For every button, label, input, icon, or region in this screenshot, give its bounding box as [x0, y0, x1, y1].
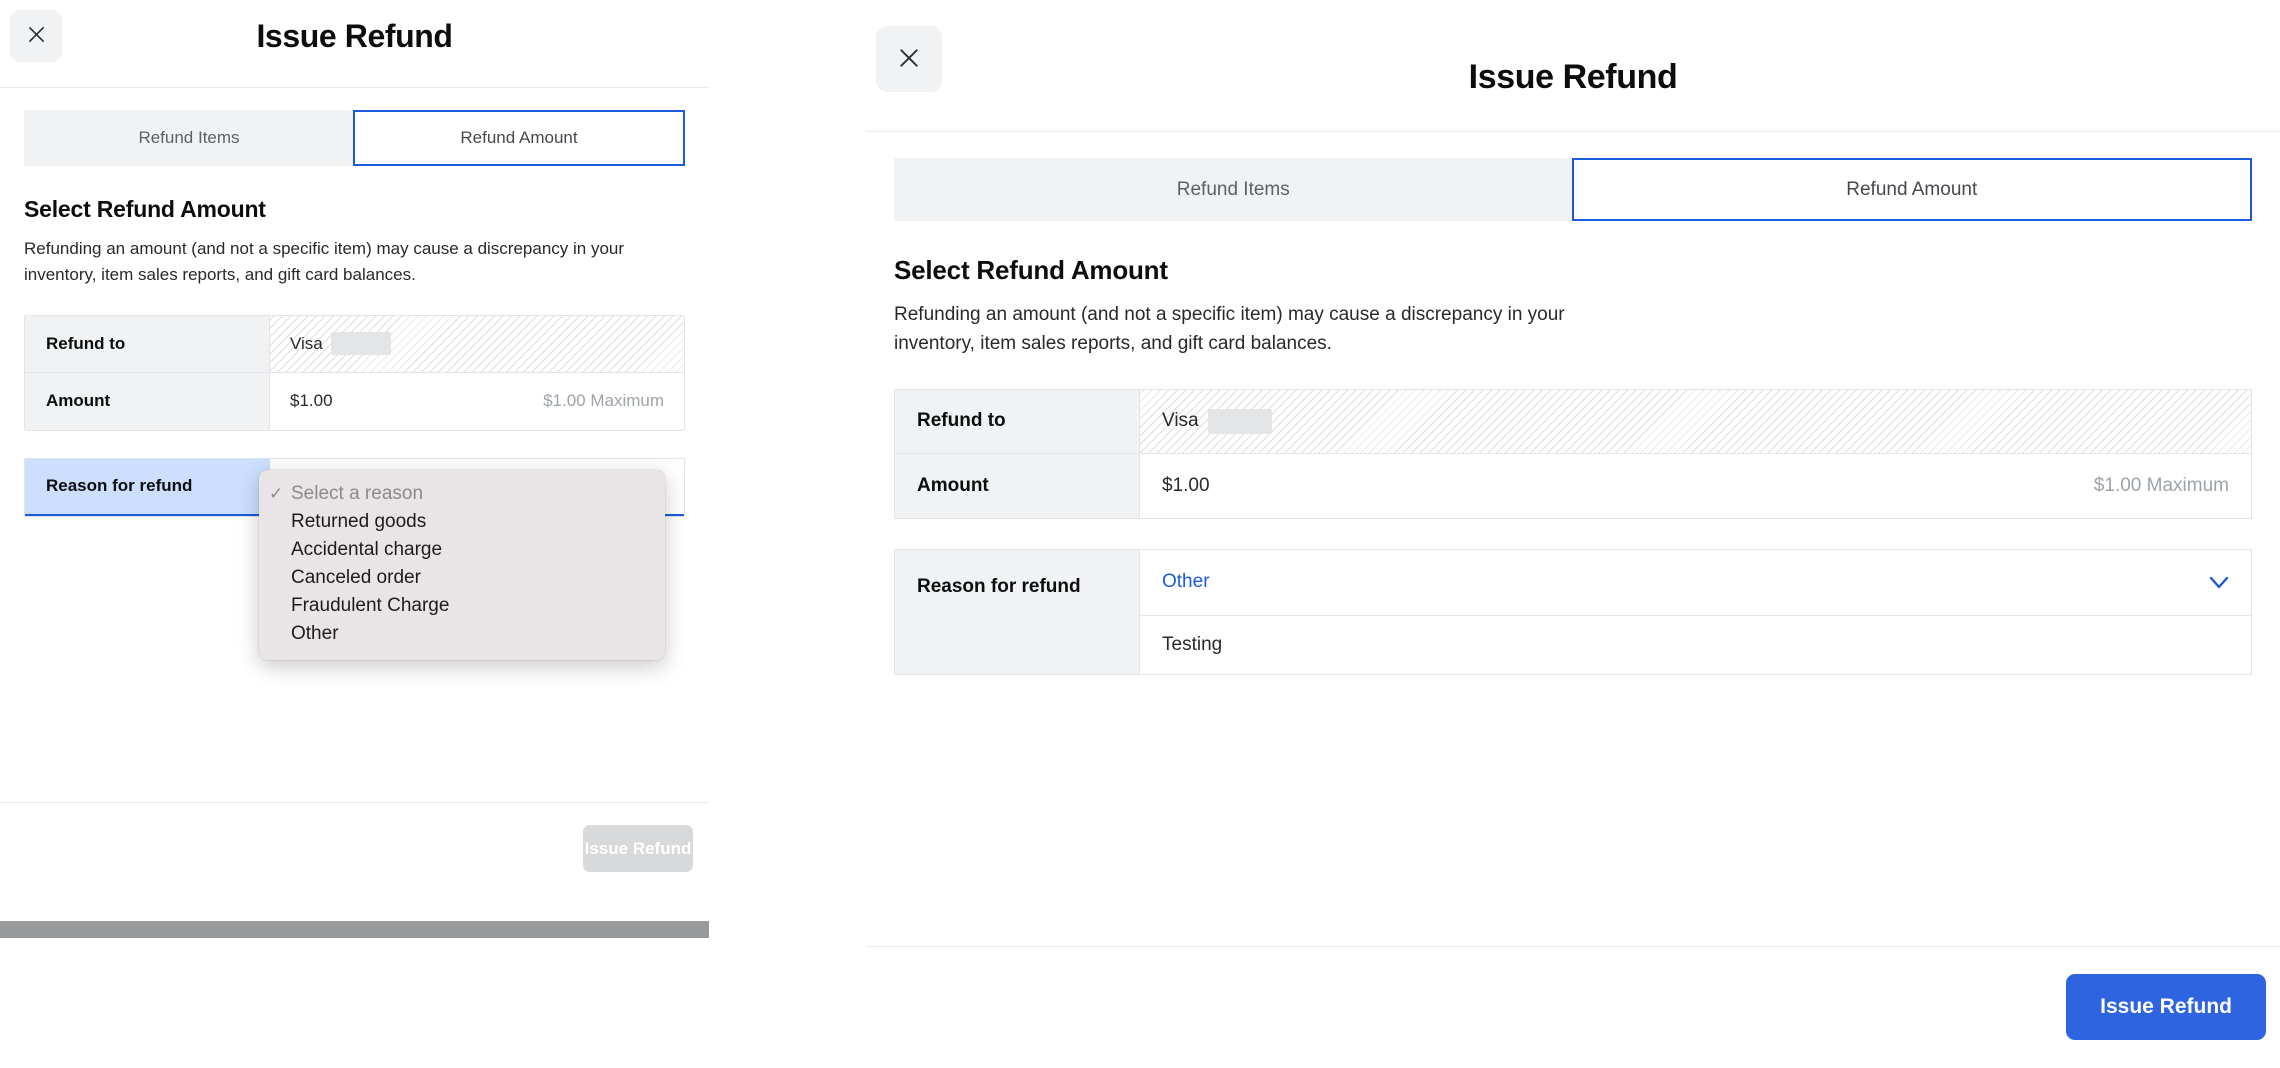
table-row: Refund to Visa	[895, 389, 2251, 454]
amount-value-cell[interactable]: $1.00 $1.00 Maximum	[270, 373, 684, 430]
menu-item-select-a-reason[interactable]: ✓ Select a reason	[259, 480, 665, 508]
tab-refund-items-label: Refund Items	[1176, 178, 1290, 200]
menu-item-label: Other	[291, 623, 339, 644]
page-title: Issue Refund	[256, 18, 453, 54]
menu-item-accidental-charge[interactable]: Accidental charge	[259, 536, 665, 564]
menu-item-other[interactable]: Other	[259, 620, 665, 648]
amount-maximum-hint: $1.00 Maximum	[2093, 474, 2229, 496]
page-title: Issue Refund	[1468, 58, 1678, 96]
menu-item-fraudulent-charge[interactable]: Fraudulent Charge	[259, 592, 665, 620]
amount-value-cell[interactable]: $1.00 $1.00 Maximum	[1140, 454, 2251, 518]
menu-item-returned-goods[interactable]: Returned goods	[259, 508, 665, 536]
left-dialog-footer: Issue Refund	[0, 802, 709, 894]
redacted-card-number	[1207, 408, 1272, 434]
tab-refund-items[interactable]: Refund Items	[894, 158, 1572, 221]
reason-dropdown-menu[interactable]: ✓ Select a reason Returned goods Acciden…	[259, 470, 665, 660]
menu-item-label: Accidental charge	[291, 539, 443, 560]
amount-label: Amount	[25, 372, 270, 430]
menu-item-label: Canceled order	[291, 567, 421, 588]
refund-info-table: Refund to Visa Amount $1.00 $1.00 Maximu…	[24, 314, 685, 431]
right-dialog-footer: Issue Refund	[866, 946, 2280, 1068]
table-row: Amount $1.00 $1.00 Maximum	[895, 453, 2251, 518]
refund-to-label: Refund to	[895, 389, 1140, 453]
section-heading: Select Refund Amount	[894, 255, 1168, 285]
issue-refund-button[interactable]: Issue Refund	[2066, 974, 2266, 1040]
reason-fields: Other Testing	[1140, 550, 2251, 674]
refund-info-table: Refund to Visa Amount $1.00 $1.00 Maximu…	[894, 388, 2252, 519]
table-row: Refund to Visa	[25, 315, 684, 373]
reason-note-value: Testing	[1162, 633, 1223, 655]
menu-item-label: Select a reason	[291, 483, 424, 504]
right-dialog-header: Issue Refund	[866, 0, 2280, 132]
right-dialog-body: Refund Items Refund Amount Select Refund…	[866, 158, 2280, 675]
issue-refund-button[interactable]: Issue Refund	[583, 825, 693, 872]
refund-to-value-cell: Visa	[1140, 389, 2251, 453]
tab-bar: Refund Items Refund Amount	[24, 110, 685, 166]
redacted-card-number	[330, 332, 391, 356]
window-bottom-bar	[0, 921, 709, 938]
check-icon: ✓	[269, 484, 284, 503]
menu-item-label: Fraudulent Charge	[291, 595, 450, 616]
refund-to-value: Visa	[1162, 410, 1199, 432]
tab-refund-amount-label: Refund Amount	[1846, 178, 1978, 200]
tab-refund-amount[interactable]: Refund Amount	[353, 110, 685, 166]
amount-maximum-hint: $1.00 Maximum	[543, 391, 664, 411]
amount-label: Amount	[895, 453, 1140, 518]
amount-value: $1.00	[1162, 474, 1210, 496]
tab-bar: Refund Items Refund Amount	[894, 158, 2252, 221]
refund-to-value-cell: Visa	[270, 315, 684, 372]
reason-for-refund-label: Reason for refund	[25, 458, 270, 516]
refund-to-value: Visa	[290, 333, 323, 353]
left-dialog-body: Refund Items Refund Amount Select Refund…	[0, 110, 709, 517]
tab-refund-amount[interactable]: Refund Amount	[1571, 158, 2252, 221]
amount-value: $1.00	[290, 391, 333, 411]
right-refund-dialog: Issue Refund Refund Items Refund Amount …	[866, 0, 2280, 1068]
reason-table: Reason for refund Other Testing	[894, 548, 2252, 675]
reason-for-refund-label: Reason for refund	[895, 549, 1140, 674]
tab-refund-items[interactable]: Refund Items	[24, 110, 353, 166]
section-description: Refunding an amount (and not a specific …	[894, 304, 1565, 354]
left-dialog-header: Issue Refund	[0, 0, 709, 88]
section-heading: Select Refund Amount	[24, 196, 266, 222]
table-row: Amount $1.00 $1.00 Maximum	[25, 372, 684, 430]
menu-item-label: Returned goods	[291, 511, 427, 532]
tab-refund-items-label: Refund Items	[138, 128, 240, 147]
menu-item-canceled-order[interactable]: Canceled order	[259, 564, 665, 592]
chevron-down-icon	[2209, 576, 2229, 589]
reason-selected-value: Other	[1162, 571, 1210, 593]
reason-select[interactable]: Other	[1140, 550, 2251, 616]
section-description: Refunding an amount (and not a specific …	[24, 239, 625, 284]
screenshot-stage: Issue Refund Refund Items Refund Amount …	[0, 0, 2280, 1068]
left-refund-dialog: Issue Refund Refund Items Refund Amount …	[0, 0, 709, 938]
tab-refund-amount-label: Refund Amount	[460, 128, 578, 147]
refund-to-label: Refund to	[25, 315, 270, 372]
reason-note-field[interactable]: Testing	[1140, 616, 2251, 674]
